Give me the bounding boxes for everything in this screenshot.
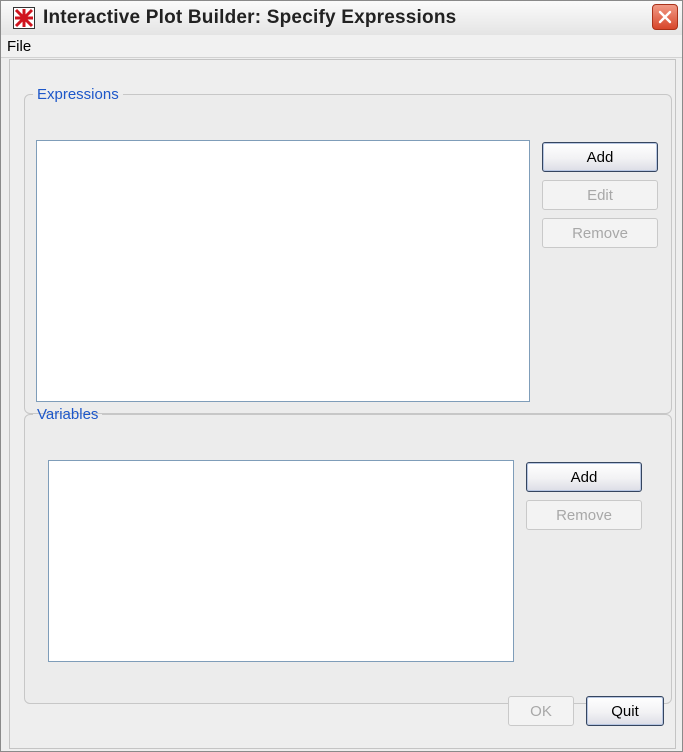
quit-button[interactable]: Quit — [586, 696, 664, 726]
variables-list[interactable] — [48, 460, 514, 662]
dialog-window: Interactive Plot Builder: Specify Expres… — [0, 0, 683, 752]
window-title: Interactive Plot Builder: Specify Expres… — [43, 7, 457, 28]
variables-remove-button[interactable]: Remove — [526, 500, 642, 530]
expressions-list[interactable] — [36, 140, 530, 402]
ok-button[interactable]: OK — [508, 696, 574, 726]
menu-file[interactable]: File — [7, 38, 31, 55]
close-button[interactable] — [652, 4, 678, 30]
app-icon — [13, 7, 35, 29]
variables-add-button[interactable]: Add — [526, 462, 642, 492]
menu-bar: File — [1, 35, 682, 58]
content-panel: Expressions Add Edit Remove Variables Ad… — [9, 59, 676, 749]
expressions-edit-button[interactable]: Edit — [542, 180, 658, 210]
variables-legend: Variables — [37, 406, 99, 423]
expressions-remove-button[interactable]: Remove — [542, 218, 658, 248]
title-bar[interactable]: Interactive Plot Builder: Specify Expres… — [1, 1, 682, 36]
expressions-add-button[interactable]: Add — [542, 142, 658, 172]
expressions-legend: Expressions — [37, 86, 119, 103]
